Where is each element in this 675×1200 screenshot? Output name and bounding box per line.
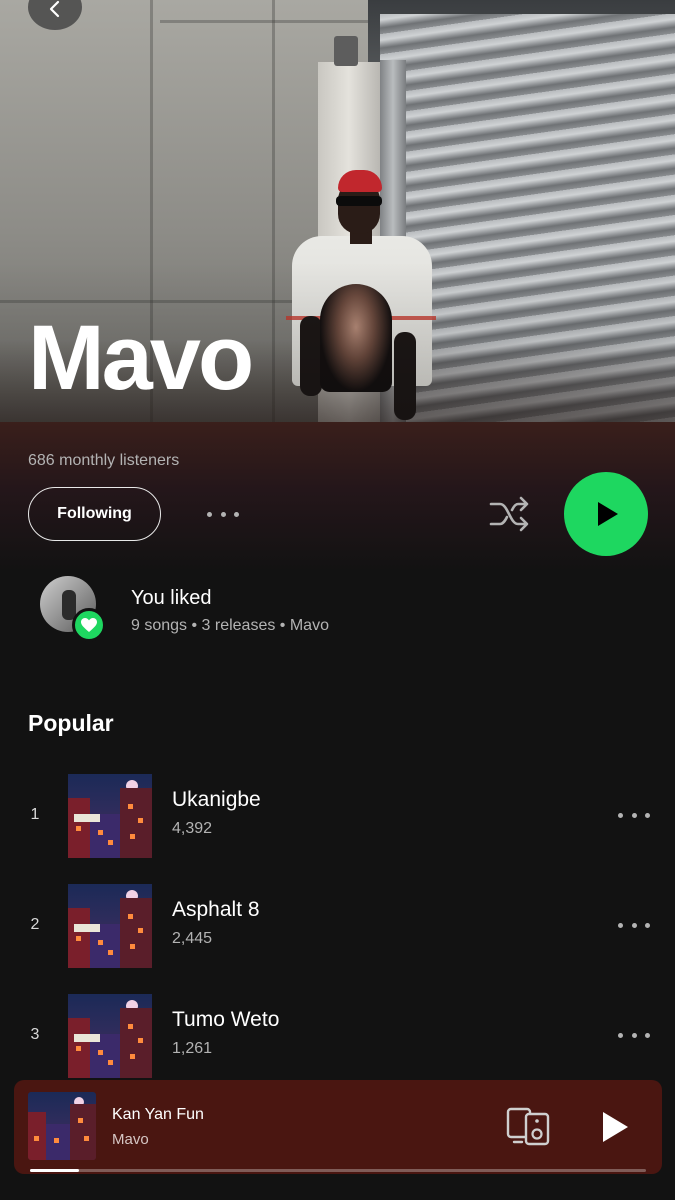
red-cap	[338, 170, 382, 192]
window	[138, 818, 143, 823]
security-camera	[334, 36, 358, 66]
building	[120, 898, 152, 968]
dot	[220, 511, 226, 517]
mini-player[interactable]: Kan Yan Fun Mavo	[14, 1080, 662, 1174]
window	[130, 1054, 135, 1059]
now-playing-title: Kan Yan Fun	[112, 1106, 204, 1123]
window	[138, 1038, 143, 1043]
liked-badge	[72, 608, 106, 642]
window	[76, 1046, 81, 1051]
album-art	[68, 994, 152, 1078]
track-rank: 1	[30, 806, 40, 823]
album-art	[68, 884, 152, 968]
track-plays: 1,261	[172, 1040, 213, 1057]
window	[34, 1136, 39, 1141]
dot	[618, 812, 623, 818]
track-more-button[interactable]	[618, 1024, 650, 1046]
window	[54, 1138, 59, 1143]
window	[128, 914, 133, 919]
window	[108, 950, 113, 955]
play-icon[interactable]	[600, 1110, 630, 1144]
track-title: Ukanigbe	[172, 788, 261, 811]
dot	[618, 1032, 623, 1038]
track-more-button[interactable]	[618, 914, 650, 936]
window	[98, 1050, 103, 1055]
track-row[interactable]: 1 Ukanigbe 4,392	[0, 774, 675, 860]
track-rank: 3	[30, 1026, 40, 1043]
album-sign	[74, 924, 100, 932]
popular-heading: Popular	[28, 710, 114, 736]
window	[128, 804, 133, 809]
monthly-listeners: 686 monthly listeners	[28, 452, 180, 469]
track-rank: 2	[30, 916, 40, 933]
track-title: Tumo Weto	[172, 1008, 280, 1031]
dot	[631, 1032, 637, 1038]
album-sign	[74, 814, 100, 822]
window	[98, 830, 103, 835]
album-sign	[74, 1034, 100, 1042]
now-playing-art	[28, 1092, 96, 1160]
window	[98, 940, 103, 945]
chevron-left-icon	[49, 0, 60, 18]
artist-name: Mavo	[28, 307, 254, 409]
building	[70, 1104, 96, 1160]
following-button[interactable]: Following	[28, 487, 161, 541]
dot	[645, 812, 650, 818]
connect-device-icon[interactable]	[506, 1106, 552, 1146]
window	[138, 928, 143, 933]
window	[108, 1060, 113, 1065]
dot	[645, 922, 650, 928]
dot	[234, 511, 239, 517]
window	[130, 834, 135, 839]
window	[108, 840, 113, 845]
window	[76, 936, 81, 941]
play-icon	[598, 502, 618, 526]
play-button[interactable]	[564, 472, 648, 556]
window	[84, 1136, 89, 1141]
shuffle-icon[interactable]	[488, 494, 532, 534]
liked-subtitle: 9 songs • 3 releases • Mavo	[131, 617, 329, 634]
window	[76, 826, 81, 831]
playback-progress-fill	[30, 1169, 80, 1172]
track-plays: 4,392	[172, 820, 213, 837]
window	[128, 1024, 133, 1029]
track-row[interactable]: 3 Tumo Weto 1,261	[0, 994, 675, 1080]
dot	[631, 922, 637, 928]
album-art	[68, 774, 152, 858]
liked-title[interactable]: You liked	[131, 587, 211, 610]
dot	[618, 922, 623, 928]
track-plays: 2,445	[172, 930, 213, 947]
window	[130, 944, 135, 949]
dot	[631, 812, 637, 818]
sunglasses	[336, 196, 382, 206]
playback-progress-bar[interactable]	[30, 1169, 646, 1172]
dot	[207, 511, 212, 517]
wall-seam	[160, 20, 380, 23]
heart-icon	[81, 618, 97, 632]
track-row[interactable]: 2 Asphalt 8 2,445	[0, 884, 675, 970]
now-playing-artist: Mavo	[112, 1131, 149, 1148]
dot	[645, 1032, 650, 1038]
building	[120, 788, 152, 858]
track-more-button[interactable]	[618, 804, 650, 826]
building	[120, 1008, 152, 1078]
more-options-button[interactable]	[204, 500, 242, 528]
track-title: Asphalt 8	[172, 898, 260, 921]
window	[78, 1118, 83, 1123]
